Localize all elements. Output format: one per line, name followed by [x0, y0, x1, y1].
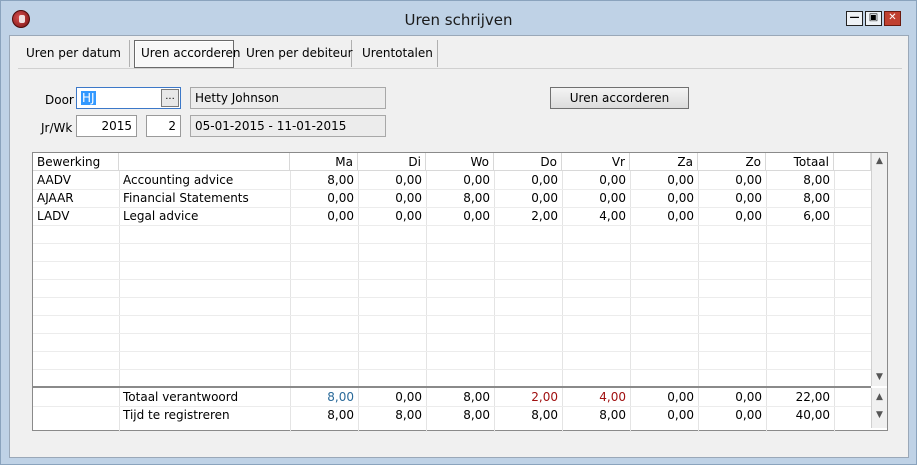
vertical-scrollbar[interactable] — [871, 153, 887, 386]
row-hours-cell[interactable]: 0,00 — [358, 171, 426, 189]
row-hours-cell[interactable]: 0,00 — [562, 171, 630, 189]
year-input[interactable]: 2015 — [76, 115, 137, 137]
row-code-cell[interactable]: AJAAR — [33, 189, 119, 207]
row-hours-cell[interactable]: 0,00 — [698, 189, 766, 207]
summary-value-cell: 0,00 — [735, 408, 762, 422]
column-header[interactable]: Wo — [426, 153, 494, 171]
row-hours-cell[interactable]: 8,00 — [290, 171, 358, 189]
summary-value-cell: 22,00 — [795, 390, 830, 404]
column-header[interactable]: Do — [494, 153, 562, 171]
summary-value-cell: 8,00 — [395, 408, 422, 422]
client-area: Uren per datum Uren accorderen Uren per … — [9, 35, 909, 458]
door-name-field: Hetty Johnson — [190, 87, 386, 109]
hours-grid: Bewerking Ma Di Wo Do Vr Za Zo Totaal AADV Account… — [32, 152, 888, 432]
tab-divider — [18, 68, 902, 69]
app-window: Uren schrijven — ▣ ✕ Uren per datum Uren… — [0, 0, 917, 465]
row-code-cell[interactable]: LADV — [33, 207, 119, 225]
column-header-filler — [834, 153, 871, 171]
row-hours-cell[interactable]: 6,00 — [766, 207, 834, 225]
column-header[interactable]: Totaal — [766, 153, 834, 171]
minimize-button[interactable]: — — [846, 11, 863, 26]
period-field: 05-01-2015 - 11-01-2015 — [190, 115, 386, 137]
scroll-up-icon[interactable]: ▲ — [873, 155, 886, 168]
row-description-cell[interactable]: Legal advice — [119, 207, 290, 225]
column-header[interactable]: Di — [358, 153, 426, 171]
row-code-cell[interactable]: AADV — [33, 171, 119, 189]
tab-uren-per-datum[interactable]: Uren per datum — [20, 40, 130, 67]
scroll-down-icon[interactable]: ▼ — [873, 371, 886, 384]
title-bar: Uren schrijven — ▣ ✕ — [1, 1, 916, 37]
row-hours-cell[interactable]: 0,00 — [290, 207, 358, 225]
summary-value-cell: 8,00 — [327, 390, 354, 404]
summary-label: Totaal verantwoord — [123, 390, 239, 404]
close-button[interactable]: ✕ — [884, 11, 901, 26]
summary-value-cell: 8,00 — [463, 390, 490, 404]
row-hours-cell[interactable]: 4,00 — [562, 207, 630, 225]
grid-row-line — [33, 333, 871, 334]
row-hours-cell[interactable]: 0,00 — [290, 189, 358, 207]
row-hours-cell[interactable]: 0,00 — [630, 189, 698, 207]
tab-uren-accorderen[interactable]: Uren accorderen — [134, 40, 241, 68]
row-hours-cell[interactable]: 0,00 — [630, 171, 698, 189]
grid-row-line — [33, 351, 871, 352]
window-title: Uren schrijven — [404, 11, 513, 29]
maximize-button[interactable]: ▣ — [865, 11, 882, 26]
approve-hours-button[interactable]: Uren accorderen — [550, 87, 689, 109]
grid-column-line — [834, 388, 835, 432]
row-hours-cell[interactable]: 2,00 — [494, 207, 562, 225]
row-hours-cell[interactable]: 0,00 — [494, 189, 562, 207]
summary-label: Tijd te registreren — [123, 408, 230, 422]
row-hours-cell[interactable]: 0,00 — [426, 207, 494, 225]
browse-button[interactable]: ... — [161, 89, 179, 107]
summary-value-cell: 8,00 — [327, 408, 354, 422]
row-description-cell[interactable]: Accounting advice — [119, 171, 290, 189]
scroll-down-icon[interactable]: ▼ — [873, 409, 886, 422]
row-hours-cell[interactable]: 0,00 — [426, 171, 494, 189]
row-hours-cell[interactable]: 8,00 — [426, 189, 494, 207]
row-hours-cell[interactable]: 0,00 — [698, 207, 766, 225]
summary-value-cell: 4,00 — [599, 390, 626, 404]
column-header[interactable] — [119, 153, 290, 171]
row-description-cell[interactable]: Financial Statements — [119, 189, 290, 207]
column-header[interactable]: Za — [630, 153, 698, 171]
summary-value-cell: 0,00 — [735, 390, 762, 404]
summary-value-cell: 8,00 — [463, 408, 490, 422]
summary-value-cell: 8,00 — [599, 408, 626, 422]
summary-value-cell: 0,00 — [667, 408, 694, 422]
grid-row-line — [33, 297, 871, 298]
summary-value-cell: 0,00 — [395, 390, 422, 404]
door-label: Door — [45, 93, 74, 107]
row-hours-cell[interactable]: 0,00 — [358, 189, 426, 207]
jrwk-label: Jr/Wk — [41, 121, 73, 135]
tab-urentotalen[interactable]: Urentotalen — [356, 40, 438, 67]
summary-value-cell: 40,00 — [795, 408, 830, 422]
grid-row-line — [33, 261, 871, 262]
grid-row-line — [33, 315, 871, 316]
tab-uren-per-debiteur[interactable]: Uren per debiteur — [240, 40, 353, 67]
week-input[interactable]: 2 — [146, 115, 181, 137]
column-header[interactable]: Ma — [290, 153, 358, 171]
row-hours-cell[interactable]: 0,00 — [698, 171, 766, 189]
grid-row-line — [33, 279, 871, 280]
column-header[interactable]: Zo — [698, 153, 766, 171]
row-hours-cell[interactable]: 8,00 — [766, 189, 834, 207]
summary-value-cell: 8,00 — [531, 408, 558, 422]
row-hours-cell[interactable]: 0,00 — [494, 171, 562, 189]
summary-value-cell: 0,00 — [667, 390, 694, 404]
scroll-up-icon[interactable]: ▲ — [873, 391, 886, 404]
row-hours-cell[interactable]: 8,00 — [766, 171, 834, 189]
column-header[interactable]: Vr — [562, 153, 630, 171]
grid-row-line — [33, 243, 871, 244]
row-hours-cell[interactable]: 0,00 — [630, 207, 698, 225]
row-hours-cell[interactable]: 0,00 — [562, 189, 630, 207]
grid-row-line — [33, 225, 871, 226]
door-input-value: HJ — [81, 91, 96, 105]
column-header[interactable]: Bewerking — [33, 153, 119, 171]
row-hours-cell[interactable]: 0,00 — [358, 207, 426, 225]
grid-row-line — [33, 369, 871, 370]
summary-value-cell: 2,00 — [531, 390, 558, 404]
